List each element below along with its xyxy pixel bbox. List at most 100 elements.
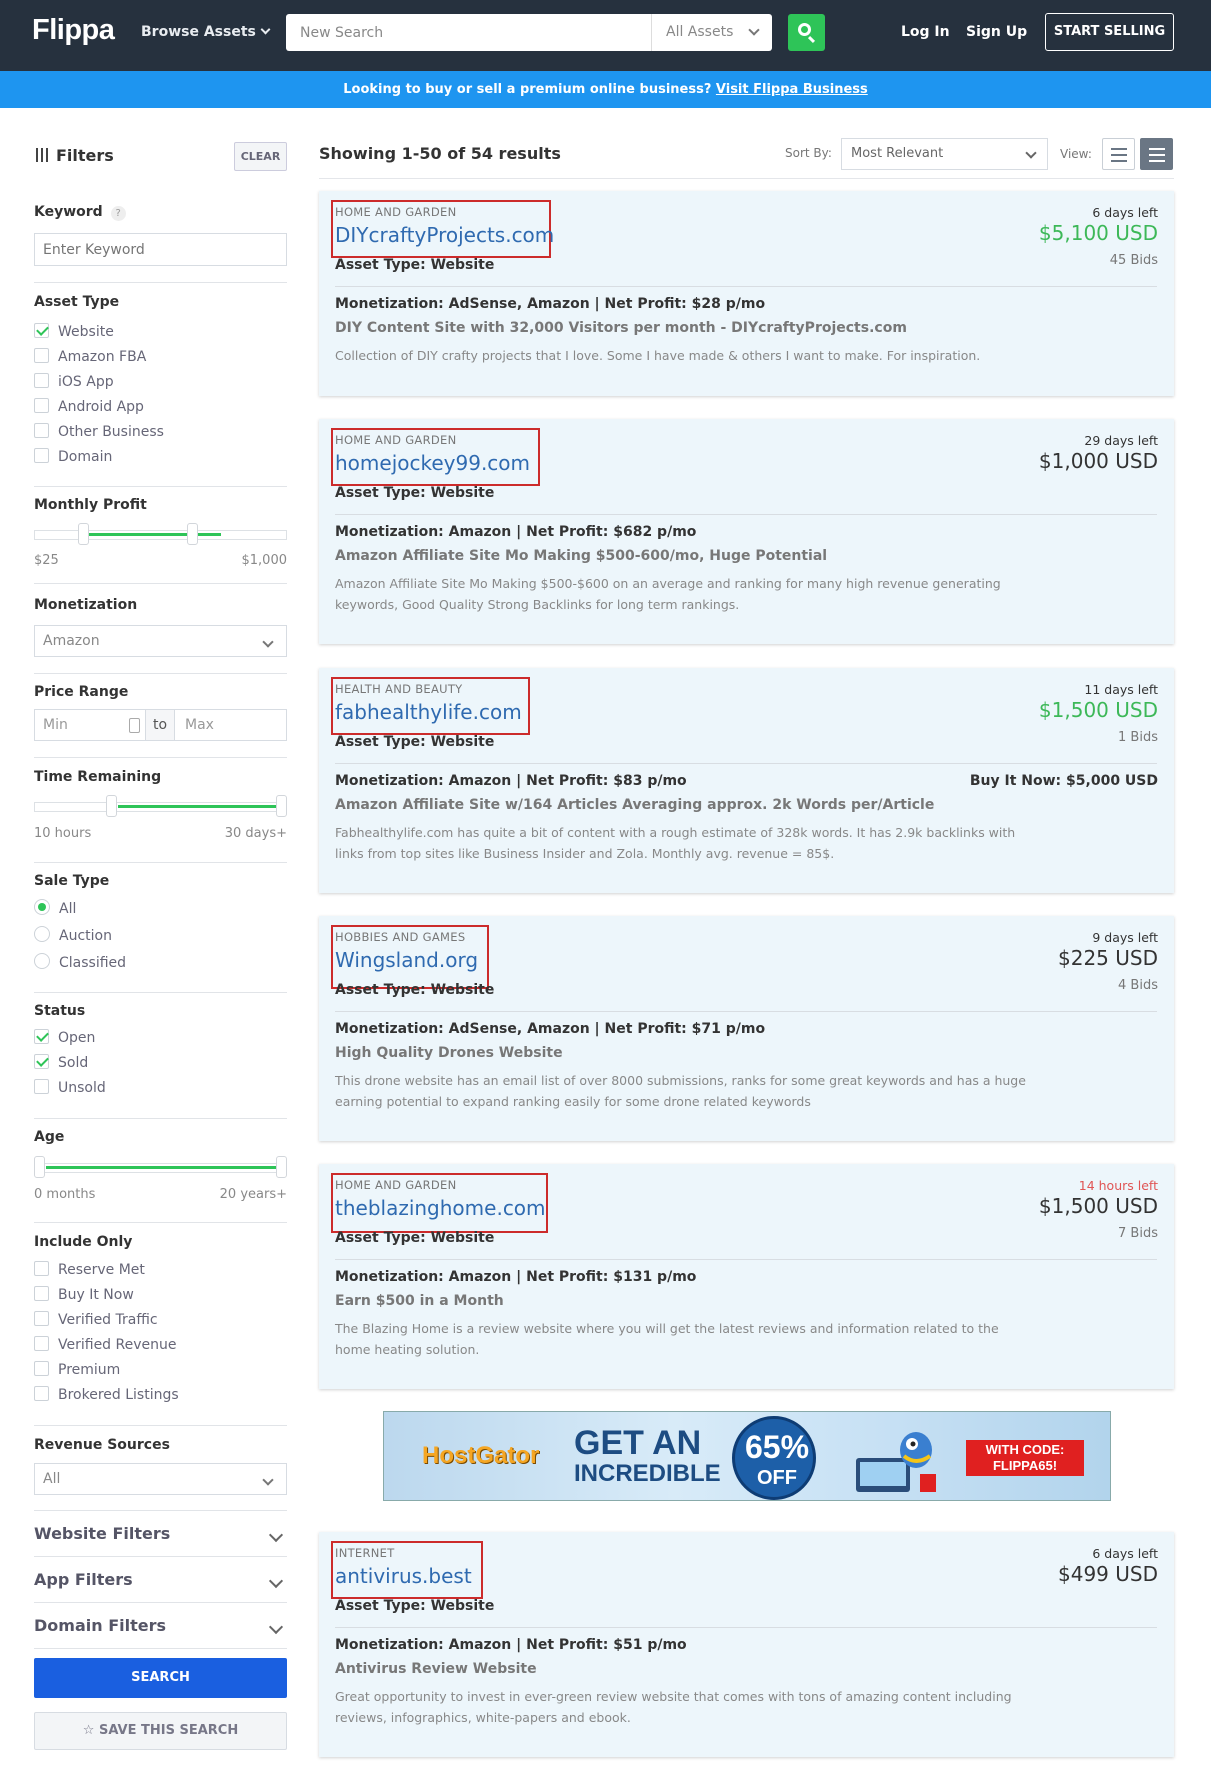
listing-title-link[interactable]: theblazinghome.com [335,1196,546,1220]
checkbox[interactable] [34,1053,49,1069]
asset-type-option[interactable]: Other Business [34,422,164,444]
time-remaining-slider[interactable] [34,795,287,817]
listing-card[interactable]: HOME AND GARDEN homejockey99.com Asset Typ… [319,419,1174,644]
asset-type-select[interactable]: All Assets [651,14,772,51]
checkbox[interactable] [34,1285,49,1301]
sale-type-option[interactable]: Classified [34,953,126,975]
include-only-option[interactable]: Verified Revenue [34,1335,177,1357]
checkbox[interactable] [34,1260,49,1276]
flippa-business-link[interactable]: Visit Flippa Business [716,82,868,97]
radio-button[interactable] [34,953,50,969]
asset-type-option[interactable]: Domain [34,447,112,469]
sort-select[interactable]: Most Relevant [841,138,1048,170]
website-filters-toggle[interactable]: Website Filters [34,1524,287,1564]
listing-title-link[interactable]: antivirus.best [335,1564,472,1588]
status-option[interactable]: Open [34,1028,95,1050]
login-link[interactable]: Log In [901,24,950,40]
listing-title-link[interactable]: homejockey99.com [335,451,530,475]
asset-type-option[interactable]: Android App [34,397,144,419]
listing-title-link[interactable]: fabhealthylife.com [335,700,522,724]
listing-category: HOBBIES AND GAMES [335,930,466,944]
listing-title-link[interactable]: DIYcraftyProjects.com [335,223,554,247]
keyword-label: Keyword? [34,204,126,221]
checkbox[interactable] [34,322,49,338]
listing-card[interactable]: HOBBIES AND GAMES Wingsland.org Asset Type… [319,916,1174,1141]
slider-max-handle[interactable] [187,523,198,545]
divider [319,178,1174,179]
listing-title-link[interactable]: Wingsland.org [335,948,478,972]
radio-button[interactable] [34,899,50,915]
gator-mascot-icon [856,1432,936,1492]
listing-asset-type: Asset Type: Website [335,257,495,273]
asset-type-select-value: All Assets [666,24,734,40]
flippa-logo[interactable]: Flippa [32,14,115,47]
asset-type-option[interactable]: iOS App [34,372,114,394]
age-label: Age [34,1129,65,1145]
sale-type-option[interactable]: All [34,899,76,921]
checkbox[interactable] [34,1028,49,1044]
checkbox[interactable] [34,1078,49,1094]
start-selling-button[interactable]: START SELLING [1045,13,1174,51]
include-only-option[interactable]: Reserve Met [34,1260,145,1282]
listing-headline: High Quality Drones Website [335,1045,563,1061]
slider-min-handle[interactable] [78,523,89,545]
checkbox[interactable] [34,347,49,363]
search-filters-button[interactable]: SEARCH [34,1658,287,1698]
slider-min-handle[interactable] [34,1156,45,1178]
revenue-sources-select[interactable]: All [34,1463,287,1495]
include-only-option[interactable]: Premium [34,1360,120,1382]
sale-type-option[interactable]: Auction [34,926,112,948]
radio-button[interactable] [34,926,50,942]
help-icon[interactable]: ? [110,206,126,221]
checkbox[interactable] [34,1360,49,1376]
search-input[interactable] [286,14,651,51]
divider [34,673,287,674]
asset-type-option[interactable]: Website [34,322,114,344]
signup-link[interactable]: Sign Up [966,24,1027,40]
checkbox[interactable] [34,422,49,438]
listing-asset-type: Asset Type: Website [335,1230,495,1246]
status-option[interactable]: Sold [34,1053,88,1075]
asset-type-option[interactable]: Amazon FBA [34,347,146,369]
detailed-list-view-button[interactable] [1140,138,1173,170]
listing-category: HEALTH AND BEAUTY [335,682,463,696]
price-range-inputs: Min to Max [34,709,287,741]
age-slider[interactable] [34,1156,287,1178]
listing-monetization: Monetization: Amazon | Net Profit: $682 … [335,524,697,540]
checkbox[interactable] [34,1310,49,1326]
domain-filters-toggle[interactable]: Domain Filters [34,1616,287,1656]
clear-filters-button[interactable]: CLEAR [234,142,287,171]
include-only-option[interactable]: Verified Traffic [34,1310,158,1332]
checkbox[interactable] [34,1385,49,1401]
status-option-label: Unsold [58,1080,106,1096]
checkbox[interactable] [34,1335,49,1351]
save-search-button[interactable]: ☆ SAVE THIS SEARCH [34,1712,287,1750]
checkbox[interactable] [34,372,49,388]
number-spinner-icon[interactable] [129,718,140,733]
chevron-down-icon [260,24,271,35]
monetization-select[interactable]: Amazon [34,625,287,657]
checkbox[interactable] [34,397,49,413]
hostgator-ad-banner[interactable]: HostGator GET AN INCREDIBLE 65% OFF WITH… [383,1411,1111,1501]
listing-buy-it-now: Buy It Now: $5,000 USD [969,773,1158,789]
slider-min-handle[interactable] [106,795,117,817]
include-only-option[interactable]: Buy It Now [34,1285,134,1307]
listing-card[interactable]: HOME AND GARDEN theblazinghome.com Asset T… [319,1164,1174,1389]
slider-max-handle[interactable] [276,795,287,817]
price-max-input[interactable]: Max [185,717,214,733]
checkbox[interactable] [34,447,49,463]
listing-card[interactable]: INTERNET antivirus.best Asset Type: Websit… [319,1532,1174,1757]
monthly-profit-slider[interactable] [34,523,287,545]
keyword-input[interactable] [34,233,287,266]
slider-max-handle[interactable] [276,1156,287,1178]
app-filters-toggle[interactable]: App Filters [34,1570,287,1610]
search-button[interactable] [788,14,825,51]
include-only-option[interactable]: Brokered Listings [34,1385,179,1407]
include-only-option-label: Buy It Now [58,1287,134,1303]
browse-assets-menu[interactable]: Browse Assets [141,24,271,40]
listing-card[interactable]: HEALTH AND BEAUTY fabhealthylife.com Asset… [319,668,1174,893]
listing-card[interactable]: HOME AND GARDEN DIYcraftyProjects.com Asse… [319,191,1174,396]
status-option[interactable]: Unsold [34,1078,106,1100]
price-min-input[interactable]: Min [43,717,68,733]
list-view-button[interactable] [1102,138,1135,170]
